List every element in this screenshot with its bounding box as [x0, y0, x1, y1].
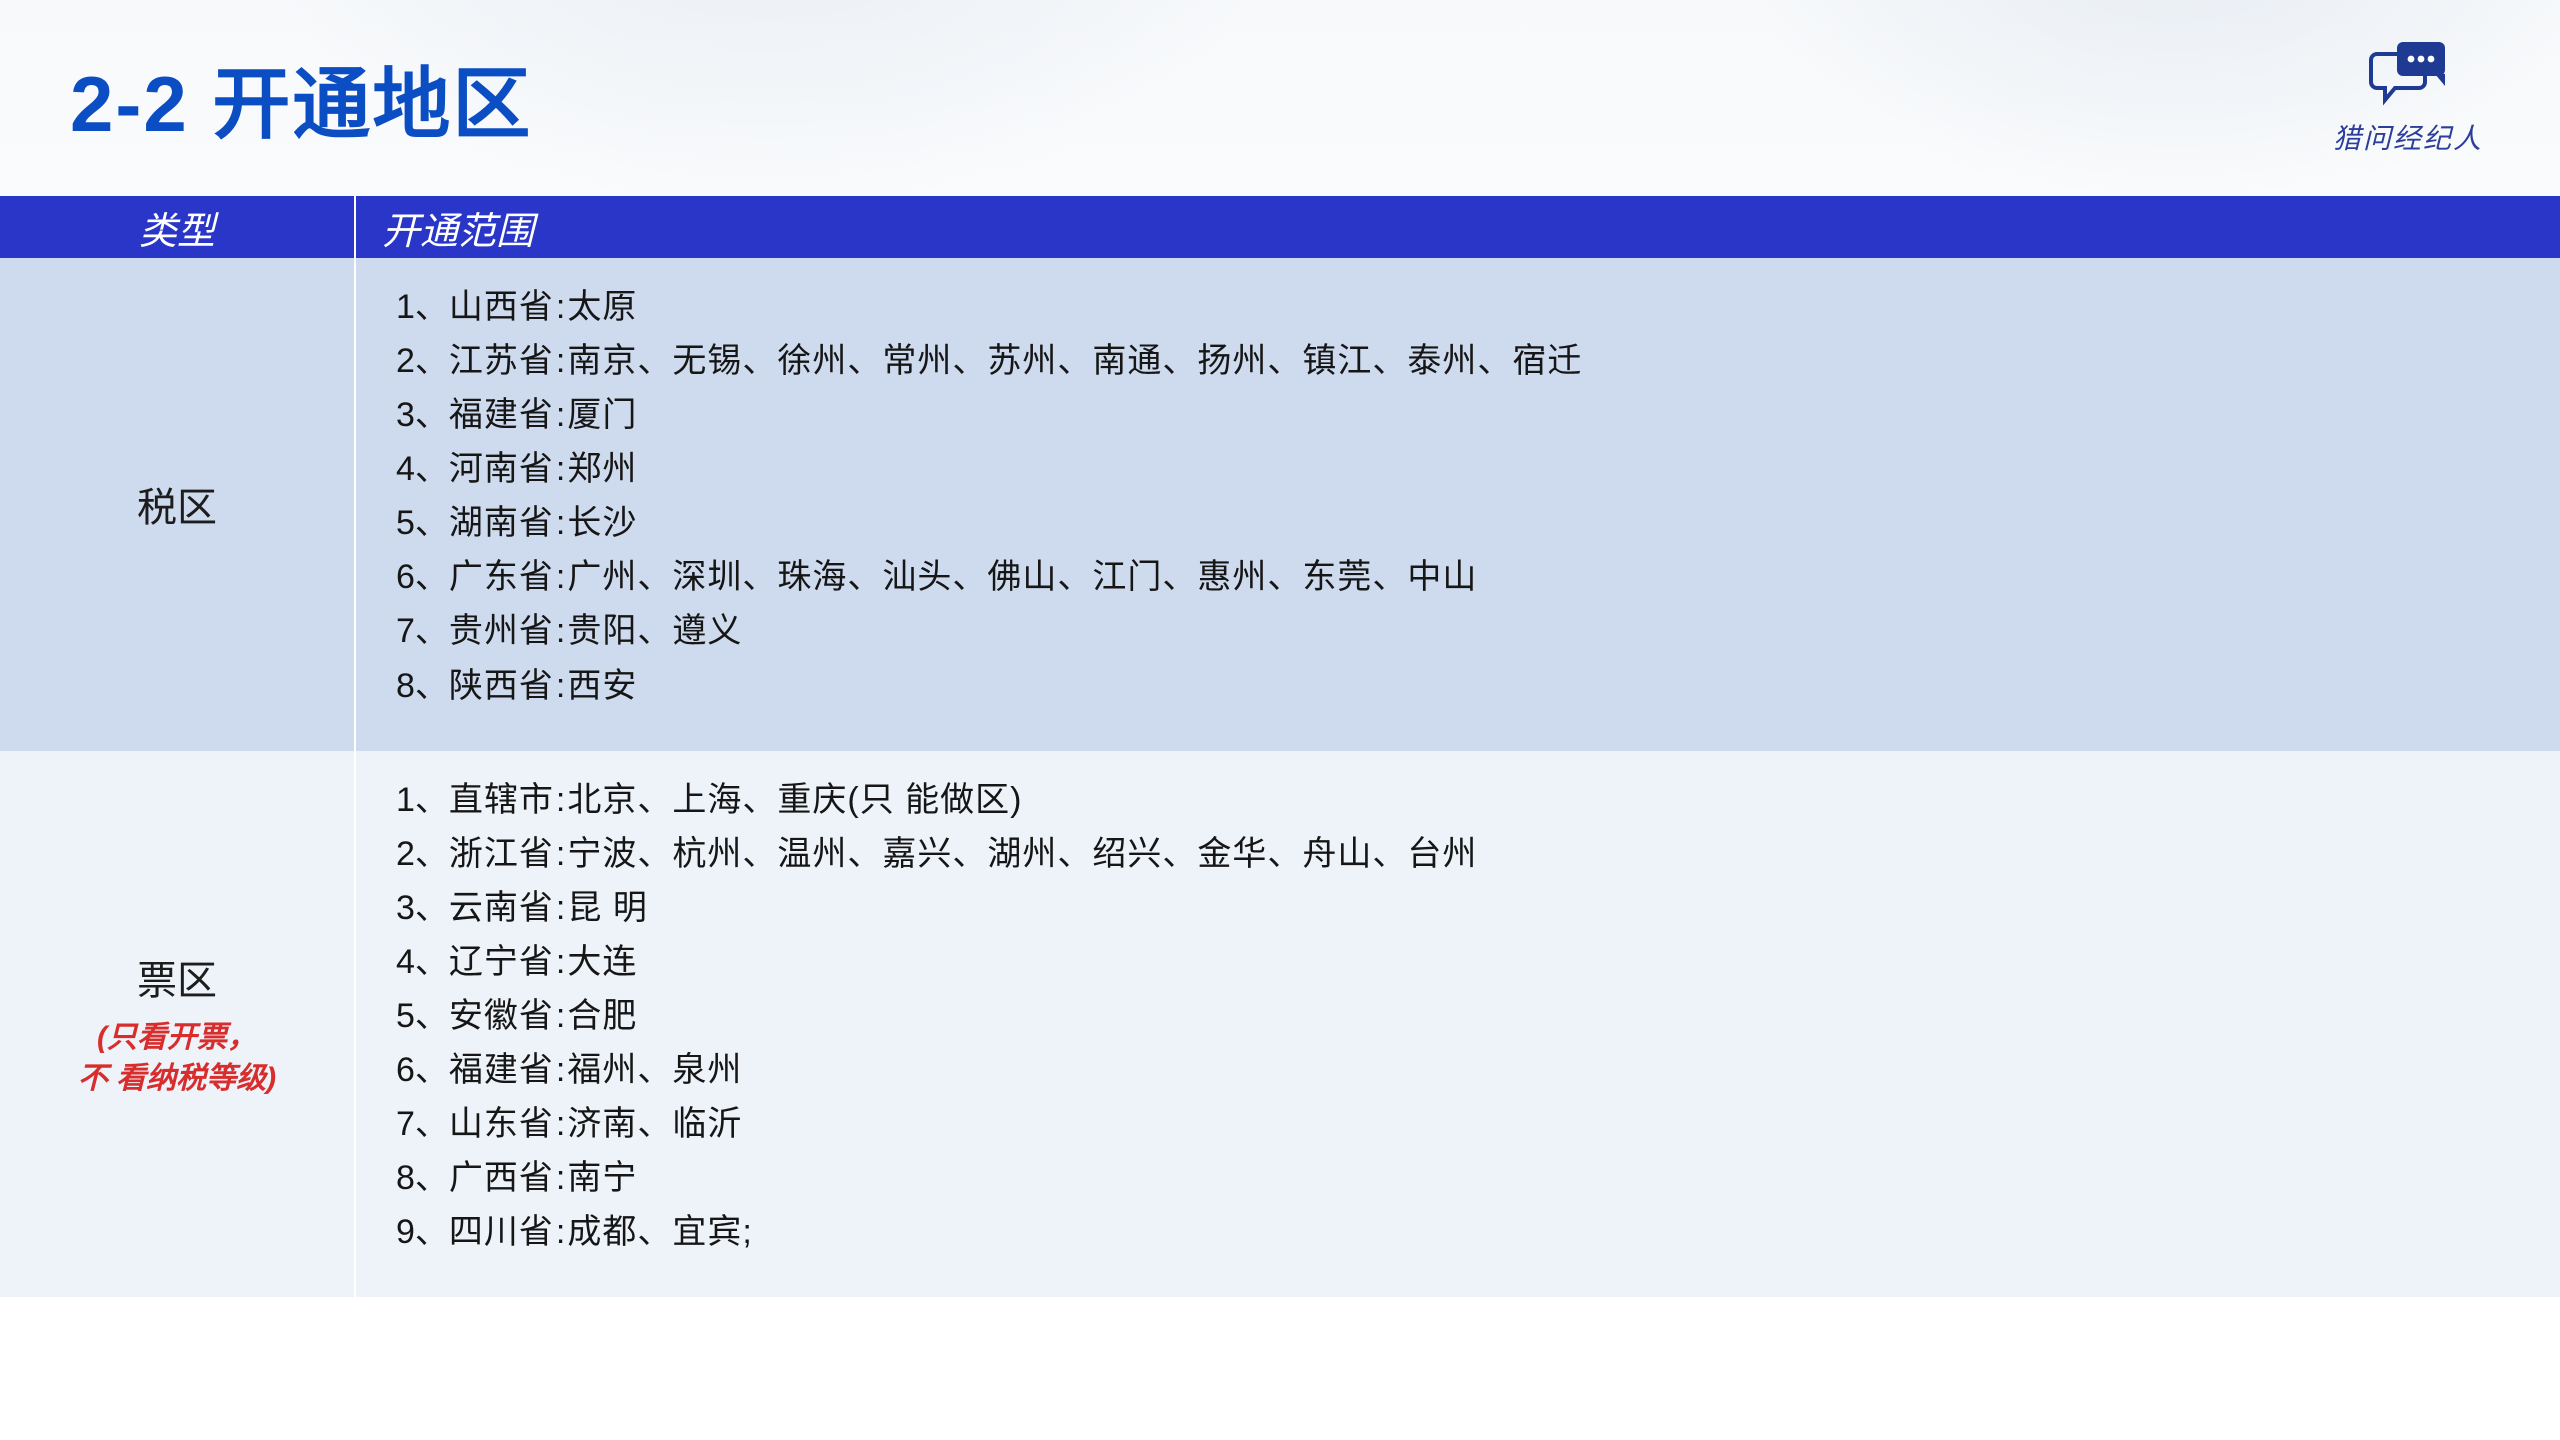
bill-list: 直辖市: 北京、上海、重庆(只 能做区) 浙江省: 宁波、杭州、温州、嘉兴、湖州、…: [396, 781, 2520, 1252]
cities-label: 长沙: [567, 504, 637, 542]
province-label: 广西省: [449, 1159, 554, 1197]
brand-label: 猎问经纪人: [2308, 117, 2508, 157]
cities-label: 福州、泉州: [567, 1051, 742, 1089]
province-label: 贵州省: [449, 612, 554, 650]
province-label: 湖南省: [449, 504, 554, 542]
subnote-line: (只看开票，: [78, 1018, 276, 1059]
province-label: 辽宁省: [449, 943, 554, 981]
province-label: 广东省: [449, 558, 554, 596]
list-item: 江苏省: 南京、无锡、徐州、常州、苏州、南通、扬州、镇江、泰州、宿迁: [396, 342, 2520, 380]
colon: :: [556, 558, 565, 596]
cell-type-tax: 税区: [0, 258, 356, 751]
cell-scope-bill: 直辖市: 北京、上海、重庆(只 能做区) 浙江省: 宁波、杭州、温州、嘉兴、湖州、…: [356, 751, 2560, 1298]
cell-scope-tax: 山西省: 太原江苏省: 南京、无锡、徐州、常州、苏州、南通、扬州、镇江、泰州、宿…: [356, 258, 2560, 751]
province-label: 陕西省: [449, 667, 554, 705]
province-label: 四川省: [449, 1213, 554, 1251]
list-item: 陕西省: 西安: [396, 667, 2520, 705]
province-label: 山东省: [449, 1105, 554, 1143]
list-item: 云南省: 昆 明: [396, 889, 2520, 927]
list-item: 福建省: 厦门: [396, 396, 2520, 434]
tax-list: 山西省: 太原江苏省: 南京、无锡、徐州、常州、苏州、南通、扬州、镇江、泰州、宿…: [396, 288, 2520, 705]
province-label: 山西省: [449, 288, 554, 326]
cities-label: 宁波、杭州、温州、嘉兴、湖州、绍兴、金华、舟山、台州: [567, 835, 1477, 873]
province-label: 安徽省: [449, 997, 554, 1035]
colon: :: [556, 288, 565, 326]
colon: :: [556, 943, 565, 981]
colon: :: [556, 1213, 565, 1251]
type-label: 票区: [137, 948, 217, 1006]
colon: :: [556, 342, 565, 380]
cities-label: 北京、上海、重庆(只 能做区): [567, 781, 1022, 819]
list-item: 广西省: 南宁: [396, 1159, 2520, 1197]
list-item: 福建省: 福州、泉州: [396, 1051, 2520, 1089]
cities-label: 南宁: [567, 1159, 637, 1197]
cities-label: 大连: [567, 943, 637, 981]
province-label: 福建省: [449, 1051, 554, 1089]
th-scope: 开通范围: [356, 196, 2560, 258]
chat-bubble-icon: [2365, 36, 2451, 111]
cities-label: 太原: [567, 288, 637, 326]
cities-label: 成都、宜宾;: [567, 1213, 752, 1251]
cities-label: 郑州: [567, 450, 637, 488]
list-item: 直辖市: 北京、上海、重庆(只 能做区): [396, 781, 2520, 819]
list-item: 山西省: 太原: [396, 288, 2520, 326]
cities-label: 厦门: [567, 396, 637, 434]
table-header: 类型 开通范围: [0, 196, 2560, 258]
type-subnote: (只看开票， 不 看纳税等级): [78, 1018, 276, 1099]
cities-label: 贵阳、遵义: [567, 612, 742, 650]
cities-label: 南京、无锡、徐州、常州、苏州、南通、扬州、镇江、泰州、宿迁: [567, 342, 1582, 380]
brand-block: 猎问经纪人: [2308, 36, 2508, 157]
colon: :: [556, 504, 565, 542]
colon: :: [556, 396, 565, 434]
province-label: 浙江省: [449, 835, 554, 873]
th-type: 类型: [0, 196, 356, 258]
colon: :: [556, 889, 565, 927]
cities-label: 广州、深圳、珠海、汕头、佛山、江门、惠州、东莞、中山: [567, 558, 1477, 596]
colon: :: [556, 450, 565, 488]
cities-label: 济南、临沂: [567, 1105, 742, 1143]
province-label: 直辖市: [449, 781, 554, 819]
province-label: 云南省: [449, 889, 554, 927]
type-label: 税区: [137, 475, 217, 533]
list-item: 广东省: 广州、深圳、珠海、汕头、佛山、江门、惠州、东莞、中山: [396, 558, 2520, 596]
province-label: 河南省: [449, 450, 554, 488]
colon: :: [556, 781, 565, 819]
cities-label: 昆 明: [567, 889, 647, 927]
list-item: 湖南省: 长沙: [396, 504, 2520, 542]
table-row-bill: 票区 (只看开票， 不 看纳税等级) 直辖市: 北京、上海、重庆(只 能做区) 浙…: [0, 751, 2560, 1298]
colon: :: [556, 612, 565, 650]
table-body: 税区 山西省: 太原江苏省: 南京、无锡、徐州、常州、苏州、南通、扬州、镇江、泰…: [0, 258, 2560, 1297]
province-label: 福建省: [449, 396, 554, 434]
list-item: 山东省: 济南、临沂: [396, 1105, 2520, 1143]
cities-label: 合肥: [567, 997, 637, 1035]
regions-table: 类型 开通范围 税区 山西省: 太原江苏省: 南京、无锡、徐州、常州、苏州、南通…: [0, 196, 2560, 1440]
list-item: 贵州省: 贵阳、遵义: [396, 612, 2520, 650]
province-label: 江苏省: [449, 342, 554, 380]
colon: :: [556, 835, 565, 873]
list-item: 安徽省: 合肥: [396, 997, 2520, 1035]
colon: :: [556, 997, 565, 1035]
colon: :: [556, 1159, 565, 1197]
cities-label: 西安: [567, 667, 637, 705]
slide: 2-2 开通地区 猎问经纪人 类型 开通范围 税区: [0, 0, 2560, 1440]
table-row-tax: 税区 山西省: 太原江苏省: 南京、无锡、徐州、常州、苏州、南通、扬州、镇江、泰…: [0, 258, 2560, 751]
list-item: 浙江省: 宁波、杭州、温州、嘉兴、湖州、绍兴、金华、舟山、台州: [396, 835, 2520, 873]
subnote-line: 不 看纳税等级): [78, 1059, 276, 1100]
colon: :: [556, 667, 565, 705]
list-item: 辽宁省: 大连: [396, 943, 2520, 981]
list-item: 河南省: 郑州: [396, 450, 2520, 488]
list-item: 四川省: 成都、宜宾;: [396, 1213, 2520, 1251]
page-title: 2-2 开通地区: [70, 42, 532, 154]
cell-type-bill: 票区 (只看开票， 不 看纳税等级): [0, 751, 356, 1298]
colon: :: [556, 1105, 565, 1143]
colon: :: [556, 1051, 565, 1089]
